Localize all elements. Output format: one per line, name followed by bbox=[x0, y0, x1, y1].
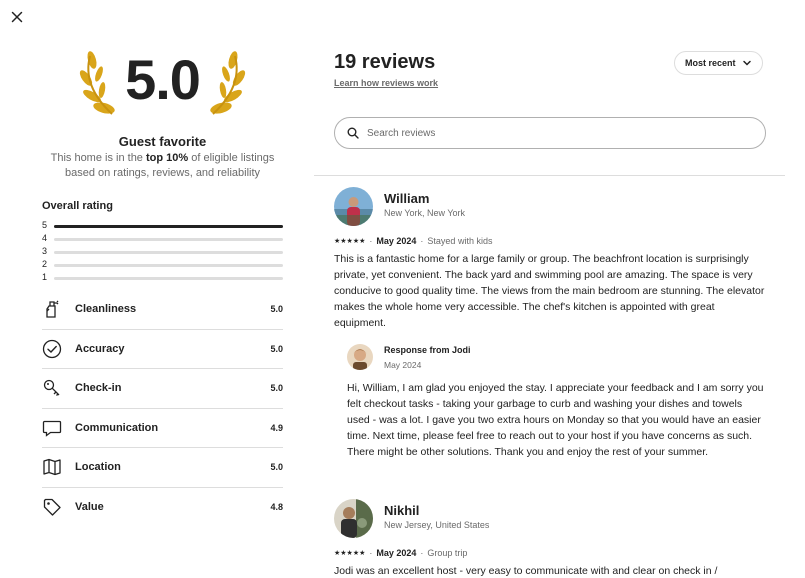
rating-bar-label: 4 bbox=[42, 233, 48, 243]
chat-bubble-icon bbox=[42, 418, 62, 438]
rating-bar-row: 3 bbox=[42, 246, 283, 259]
host-avatar[interactable] bbox=[347, 344, 373, 370]
map-icon bbox=[42, 457, 62, 477]
separator: · bbox=[369, 548, 373, 558]
separator: · bbox=[420, 236, 424, 246]
category-label: Value bbox=[75, 501, 104, 514]
review-item: Nikhil New Jersey, United States ★★★★★ ·… bbox=[334, 499, 766, 578]
review-meta: ★★★★★ · May 2024 · Group trip bbox=[334, 548, 766, 558]
reviewer-name: William bbox=[384, 191, 430, 206]
search-icon bbox=[347, 127, 359, 139]
rating-bar-fill bbox=[54, 225, 283, 228]
rating-bar-label: 5 bbox=[42, 220, 48, 230]
review-text: Jodi was an excellent host - very easy t… bbox=[334, 565, 718, 577]
rating-bar-label: 2 bbox=[42, 259, 48, 269]
reviewer-avatar[interactable] bbox=[334, 499, 373, 538]
category-communication: Communication 4.9 bbox=[42, 409, 283, 448]
chevron-down-icon bbox=[742, 60, 751, 66]
rating-bar-track bbox=[54, 251, 283, 254]
category-value: 5.0 bbox=[270, 383, 283, 394]
category-value: 4.8 bbox=[270, 502, 283, 513]
separator: · bbox=[369, 236, 373, 246]
category-label: Communication bbox=[75, 421, 159, 434]
separator: · bbox=[420, 548, 424, 558]
review-item: William New York, New York ★★★★★ · May 2… bbox=[334, 187, 766, 460]
spray-bottle-icon bbox=[42, 299, 62, 319]
rating-bar-track bbox=[54, 264, 283, 267]
star-rating-icon: ★★★★★ bbox=[334, 550, 366, 557]
reviews-count: 19 reviews bbox=[334, 51, 436, 73]
response-date: May 2024 bbox=[384, 360, 422, 370]
category-ratings: Cleanliness 5.0 Accuracy 5.0 Check-in 5.0 Comm… bbox=[42, 290, 283, 527]
rating-bar-row: 4 bbox=[42, 233, 283, 246]
rating-bar-row: 5 bbox=[42, 220, 283, 233]
star-rating-icon: ★★★★★ bbox=[334, 238, 366, 245]
key-icon bbox=[42, 378, 62, 398]
rating-summary-panel: 5.0 Guest favorite This home is in the t… bbox=[42, 0, 283, 578]
reviewer-avatar[interactable] bbox=[334, 187, 373, 226]
rating-bar-row: 1 bbox=[42, 272, 283, 285]
divider bbox=[314, 175, 785, 176]
sort-dropdown[interactable]: Most recent bbox=[674, 51, 763, 75]
review-date: May 2024 bbox=[376, 548, 417, 558]
tag-icon bbox=[42, 497, 62, 517]
reviewer-location: New Jersey, United States bbox=[384, 520, 490, 530]
rating-hero: 5.0 bbox=[42, 44, 283, 124]
rating-bar-track bbox=[54, 277, 283, 280]
host-response: Response from Jodi May 2024 Hi, William,… bbox=[347, 344, 766, 460]
close-icon bbox=[11, 11, 23, 23]
category-cleanliness: Cleanliness 5.0 bbox=[42, 290, 283, 330]
rating-bar-label: 1 bbox=[42, 272, 48, 282]
rating-bar-label: 3 bbox=[42, 246, 48, 256]
reviewer-location: New York, New York bbox=[384, 208, 466, 218]
review-text: This is a fantastic home for a large fam… bbox=[334, 253, 765, 329]
category-label: Check-in bbox=[75, 382, 122, 395]
close-button[interactable] bbox=[9, 9, 25, 25]
rating-bar-track bbox=[54, 225, 283, 228]
rating-bar-row: 2 bbox=[42, 259, 283, 272]
check-circle-icon bbox=[42, 339, 62, 359]
response-title: Response from Jodi bbox=[384, 345, 471, 355]
reviewer-name: Nikhil bbox=[384, 503, 420, 518]
search-reviews-input[interactable] bbox=[367, 127, 747, 139]
overall-rating-title: Overall rating bbox=[42, 200, 113, 212]
category-location: Location 5.0 bbox=[42, 448, 283, 488]
rating-distribution: 5 4 3 2 1 bbox=[42, 220, 283, 285]
guest-favorite-description: This home is in the top 10% of eligible … bbox=[50, 152, 275, 179]
category-value: 5.0 bbox=[270, 462, 283, 473]
guest-favorite-badge: Guest favorite bbox=[118, 134, 207, 149]
learn-how-reviews-work-link[interactable]: Learn how reviews work bbox=[334, 78, 438, 88]
laurel-right-icon bbox=[210, 51, 246, 115]
reviews-panel: 19 reviews Learn how reviews work Most r… bbox=[314, 0, 785, 578]
sort-label: Most recent bbox=[685, 58, 736, 68]
trip-type: Stayed with kids bbox=[427, 236, 493, 246]
category-label: Accuracy bbox=[75, 342, 125, 355]
category-check-in: Check-in 5.0 bbox=[42, 369, 283, 409]
category-accuracy: Accuracy 5.0 bbox=[42, 330, 283, 369]
category-value: 5.0 bbox=[270, 343, 283, 354]
category-label: Cleanliness bbox=[75, 303, 137, 316]
review-date: May 2024 bbox=[376, 236, 417, 246]
category-value: 5.0 bbox=[270, 304, 283, 315]
trip-type: Group trip bbox=[427, 548, 468, 558]
rating-bar-track bbox=[54, 238, 283, 241]
category-label: Location bbox=[75, 461, 121, 474]
category-value: Value 4.8 bbox=[42, 488, 283, 528]
search-reviews-box[interactable] bbox=[334, 117, 766, 149]
review-meta: ★★★★★ · May 2024 · Stayed with kids bbox=[334, 236, 766, 246]
category-value: 4.9 bbox=[270, 422, 283, 433]
